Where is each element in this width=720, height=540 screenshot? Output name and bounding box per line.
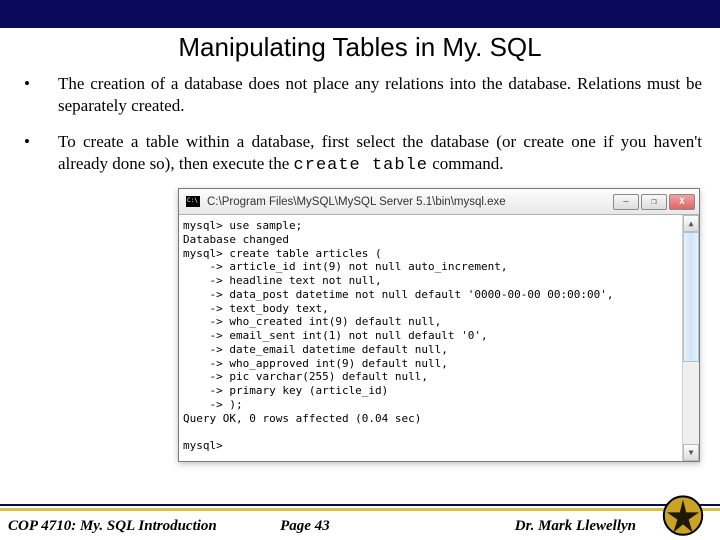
scroll-up-button[interactable]: ▲ <box>683 215 699 232</box>
scroll-track[interactable] <box>683 232 699 444</box>
footer-page: Page 43 <box>280 518 427 535</box>
footer: COP 4710: My. SQL Introduction Page 43 D… <box>0 504 720 540</box>
console-output[interactable]: mysql> use sample; Database changed mysq… <box>179 215 682 461</box>
bullet-text: The creation of a database does not plac… <box>58 73 702 117</box>
header-bar <box>0 0 720 28</box>
command-window: C:\Program Files\MySQL\MySQL Server 5.1\… <box>178 188 700 462</box>
bullet-item: • To create a table within a database, f… <box>24 131 702 177</box>
bullet-marker: • <box>24 131 58 177</box>
inline-command: create table <box>294 156 428 175</box>
scroll-thumb[interactable] <box>683 232 699 362</box>
slide-body: • The creation of a database does not pl… <box>0 73 720 177</box>
ucf-logo-icon <box>654 490 712 538</box>
scrollbar[interactable]: ▲ ▼ <box>682 215 699 461</box>
window-titlebar[interactable]: C:\Program Files\MySQL\MySQL Server 5.1\… <box>179 189 699 215</box>
scroll-down-button[interactable]: ▼ <box>683 444 699 461</box>
close-button[interactable]: X <box>669 194 695 210</box>
footer-row: COP 4710: My. SQL Introduction Page 43 D… <box>0 512 720 540</box>
minimize-button[interactable]: — <box>613 194 639 210</box>
bullet-item: • The creation of a database does not pl… <box>24 73 702 117</box>
footer-divider <box>0 504 720 512</box>
window-body: mysql> use sample; Database changed mysq… <box>179 215 699 461</box>
bullet-text-tail: command. <box>432 154 503 173</box>
footer-course: COP 4710: My. SQL Introduction <box>8 518 280 535</box>
maximize-button[interactable]: ❐ <box>641 194 667 210</box>
slide-title: Manipulating Tables in My. SQL <box>0 28 720 73</box>
cmd-icon <box>185 195 201 209</box>
window-title-path: C:\Program Files\MySQL\MySQL Server 5.1\… <box>207 196 613 208</box>
window-buttons: — ❐ X <box>613 194 695 210</box>
bullet-marker: • <box>24 73 58 117</box>
bullet-text: To create a table within a database, fir… <box>58 131 702 177</box>
